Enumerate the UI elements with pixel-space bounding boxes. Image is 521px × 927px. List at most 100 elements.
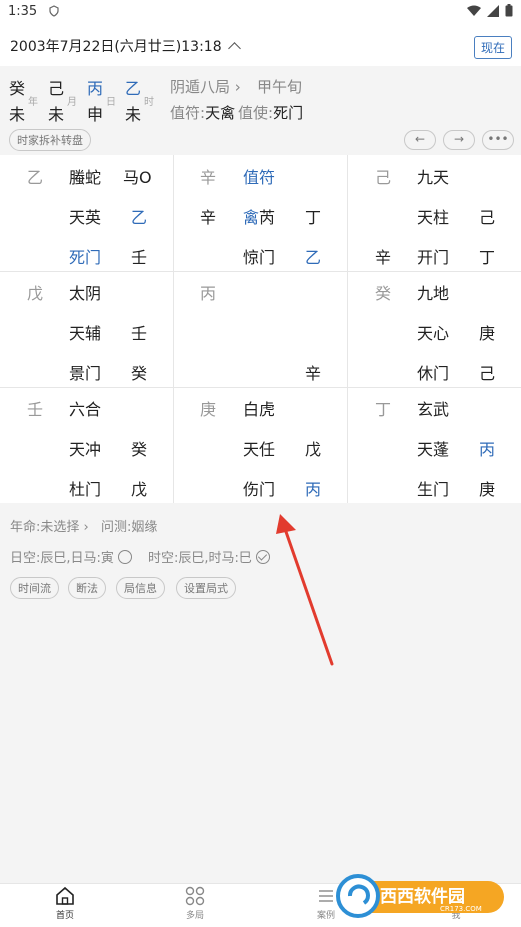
shikong-info: 时空:辰巳,时马:巳 xyxy=(148,547,270,566)
status-time: 1:35 xyxy=(8,4,38,19)
pillar-month-label: 月 xyxy=(67,97,77,108)
pillar-year-stem: 癸 xyxy=(9,79,26,98)
tab-multi[interactable]: 多局 xyxy=(155,886,235,921)
header: 2003年7月22日(六月廿三)13:18 现在 xyxy=(0,24,521,66)
palace-stem: 壬 xyxy=(27,400,44,419)
palace-star: 禽芮 xyxy=(243,208,276,227)
rikong-info: 日空:辰巳,日马:寅 xyxy=(10,547,132,566)
ju-name[interactable]: 阴遁八局 › xyxy=(170,76,241,97)
watermark-text: 西西软件园 xyxy=(380,886,465,907)
palace-stem: 庚 xyxy=(200,400,217,419)
palace-door-stem: 乙 xyxy=(305,248,322,267)
rikong-text: 日空:辰巳,日马:寅 xyxy=(10,551,114,566)
palace-star: 天蓬 xyxy=(417,440,450,459)
palace-star-stem: 壬 xyxy=(131,324,148,343)
palace-star: 天辅 xyxy=(69,324,102,343)
palace-door: 休门 xyxy=(417,364,450,383)
palace-door-stem: 庚 xyxy=(479,480,496,499)
palace-star-stem: 庚 xyxy=(479,324,496,343)
palace-door: 死门 xyxy=(69,248,102,267)
zhishi-label: 值使: xyxy=(238,104,274,122)
radio-icon[interactable] xyxy=(117,550,132,564)
date-selector[interactable]: 2003年7月22日(六月廿三)13:18 xyxy=(10,36,241,56)
palace-door-stem: 壬 xyxy=(131,248,148,267)
palace-god: 值符 xyxy=(243,168,276,187)
palace-extra: 马O xyxy=(123,168,152,187)
now-button[interactable]: 现在 xyxy=(473,36,512,59)
palace-stem: 戊 xyxy=(27,284,44,303)
pillar-month-stem: 己 xyxy=(48,79,65,98)
palace-door: 景门 xyxy=(69,364,102,383)
palace-stem: 乙 xyxy=(27,168,44,187)
palace-star-stem: 戊 xyxy=(305,440,322,459)
status-bar: 1:35 xyxy=(0,0,521,24)
palace-door: 杜门 xyxy=(69,480,102,499)
tab-multi-label: 多局 xyxy=(185,911,204,921)
palace-left-stem: 辛 xyxy=(375,248,392,267)
more-button[interactable]: ••• xyxy=(482,130,514,150)
pillar-month-branch: 未 xyxy=(48,105,65,124)
palace-door: 开门 xyxy=(417,248,450,267)
tab-home[interactable]: 首页 xyxy=(25,886,105,921)
pillar-hour-label: 时 xyxy=(144,97,154,108)
grid-icon xyxy=(185,886,205,906)
palace-stem: 丙 xyxy=(200,284,217,303)
palace-star: 天任 xyxy=(243,440,276,459)
chaibu-button[interactable]: 时家拆补转盘 xyxy=(9,129,91,151)
palace-star-stem: 丁 xyxy=(305,208,322,227)
palace-stem: 辛 xyxy=(200,168,217,187)
palace-star: 天心 xyxy=(417,324,450,343)
palace-god: 螣蛇 xyxy=(69,168,102,187)
pillar-day-label: 日 xyxy=(106,97,116,108)
palace-door: 生门 xyxy=(417,480,450,499)
detail-panel: 年命:未选择 › 问测:姻缘 日空:辰巳,日马:寅 时空:辰巳,时马:巳 时间流… xyxy=(0,503,521,883)
palace-stem: 癸 xyxy=(375,284,392,303)
pillar-year-branch: 未 xyxy=(9,105,26,124)
pillar-info: 癸 未 年 己 未 月 丙 申 日 乙 未 时 阴遁八局 › 甲午旬 值符:天禽… xyxy=(0,66,521,154)
watermark-sub: CR173.COM xyxy=(440,905,482,913)
tab-cases-label: 案例 xyxy=(316,911,335,921)
palace-god: 白虎 xyxy=(243,400,276,419)
palace-god: 太阴 xyxy=(69,284,102,303)
palace-star: 天冲 xyxy=(69,440,102,459)
palace-door-stem: 癸 xyxy=(131,364,148,383)
palace-left-stem: 辛 xyxy=(200,208,217,227)
palace-door: 伤门 xyxy=(243,480,276,499)
shikong-text: 时空:辰巳,时马:巳 xyxy=(148,551,252,566)
next-button[interactable]: → xyxy=(443,130,475,150)
pillar-day-branch: 申 xyxy=(87,105,104,124)
palace-stem: 丁 xyxy=(375,400,392,419)
palace-star-stem: 乙 xyxy=(131,208,148,227)
ju-xun: 甲午旬 xyxy=(257,78,303,96)
zhifu-label: 值符: xyxy=(170,104,206,122)
nianming-selector[interactable]: 年命:未选择 › xyxy=(10,516,89,535)
ju-name-text: 阴遁八局 xyxy=(170,78,231,96)
chevron-up-icon xyxy=(227,42,241,55)
palace-star-stem: 己 xyxy=(479,208,496,227)
ju-info-button[interactable]: 局信息 xyxy=(116,577,165,599)
pillar-hour-stem: 乙 xyxy=(125,79,142,98)
pillar-year-label: 年 xyxy=(28,97,38,108)
wence-text: 问测:姻缘 xyxy=(101,520,158,535)
palace-door-stem: 己 xyxy=(479,364,496,383)
pillar-hour-branch: 未 xyxy=(125,105,142,124)
check-circle-icon[interactable] xyxy=(255,550,270,564)
set-ju-button[interactable]: 设置局式 xyxy=(176,577,236,599)
list-icon xyxy=(319,890,333,902)
palace-star: 天柱 xyxy=(417,208,450,227)
duanfa-button[interactable]: 断法 xyxy=(68,577,106,599)
palace-god: 玄武 xyxy=(417,400,450,419)
palace-star: 天英 xyxy=(69,208,102,227)
prev-button[interactable]: ← xyxy=(404,130,436,150)
palace-bottom-stem: 辛 xyxy=(305,364,322,383)
zhishi-value: 死门 xyxy=(273,104,304,122)
palace-door-stem: 戊 xyxy=(131,480,148,499)
palace-star-stem: 丙 xyxy=(479,440,496,459)
annotation-arrow-icon xyxy=(276,514,334,666)
shield-icon xyxy=(49,5,59,17)
palace-door: 惊门 xyxy=(243,248,276,267)
palace-god: 九地 xyxy=(417,284,450,303)
palace-door-stem: 丁 xyxy=(479,248,496,267)
time-flow-button[interactable]: 时间流 xyxy=(10,577,59,599)
palace-door-stem: 丙 xyxy=(305,480,322,499)
